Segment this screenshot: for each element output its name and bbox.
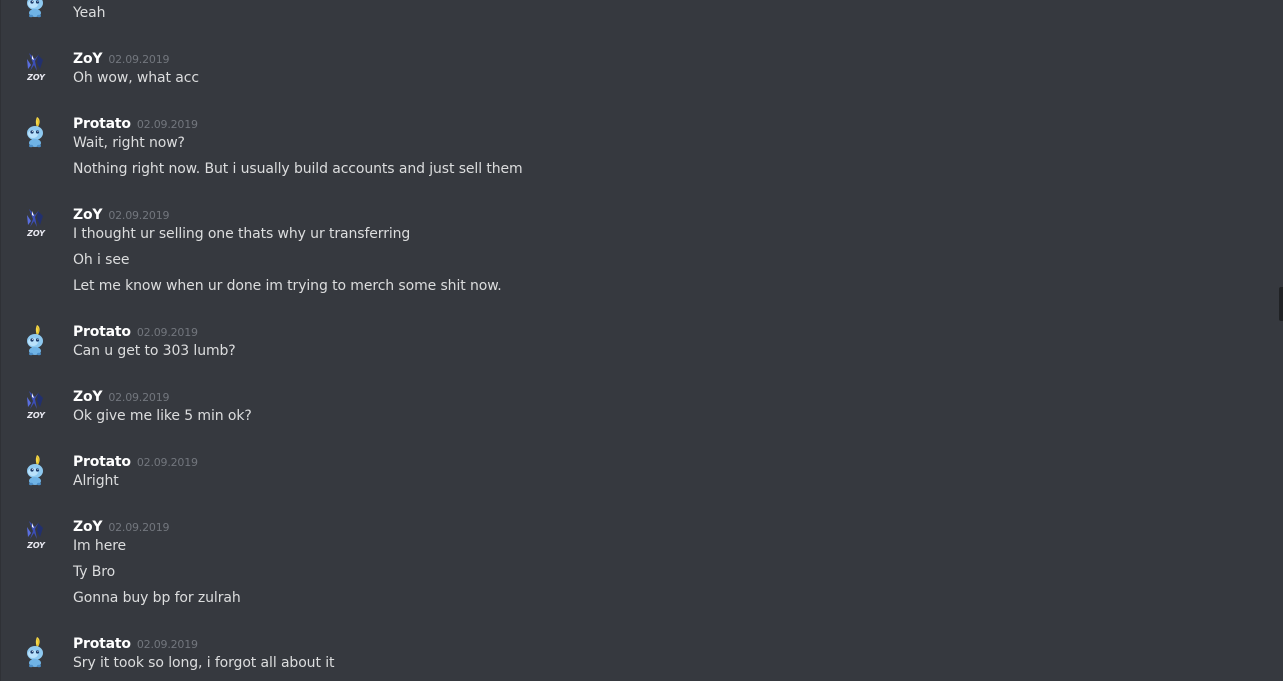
message-text: Nothing right now. But i usually build a… xyxy=(73,161,523,177)
timestamp[interactable]: 02.09.2019 xyxy=(108,209,169,222)
message-text: Im here xyxy=(73,538,127,554)
sobble-pokemon-icon xyxy=(20,116,52,148)
zoy-logo-icon xyxy=(20,207,52,239)
timestamp[interactable]: 02.09.2019 xyxy=(137,456,198,469)
message-text: Oh i see xyxy=(73,252,130,268)
timestamp[interactable]: 02.09.2019 xyxy=(137,118,198,131)
avatar[interactable] xyxy=(20,51,52,83)
message-text: Oh wow, what acc xyxy=(73,70,199,86)
sobble-pokemon-icon xyxy=(20,0,52,18)
username[interactable]: ZoY xyxy=(73,389,103,405)
message-header: Protato 02.09.2019 xyxy=(73,451,198,470)
message-text: Yeah xyxy=(73,5,106,21)
message-header: ZoY 02.09.2019 xyxy=(73,204,169,223)
username[interactable]: Protato xyxy=(73,324,131,340)
message-list[interactable]: Yeah ZoY 02.09.2019 Oh wow, what acc Prot… xyxy=(0,0,1283,681)
message-header: Protato 02.09.2019 xyxy=(73,633,198,652)
sobble-pokemon-icon xyxy=(20,454,52,486)
message-text: I thought ur selling one thats why ur tr… xyxy=(73,226,411,242)
message-header: ZoY 02.09.2019 xyxy=(73,48,169,67)
avatar[interactable] xyxy=(20,519,52,551)
message-text: Ok give me like 5 min ok? xyxy=(73,408,252,424)
message-header: ZoY 02.09.2019 xyxy=(73,516,169,535)
username[interactable]: ZoY xyxy=(73,519,103,535)
zoy-logo-icon xyxy=(20,51,52,83)
avatar[interactable] xyxy=(20,0,52,18)
message-header: ZoY 02.09.2019 xyxy=(73,386,169,405)
zoy-logo-icon xyxy=(20,389,52,421)
username[interactable]: Protato xyxy=(73,454,131,470)
timestamp[interactable]: 02.09.2019 xyxy=(108,53,169,66)
avatar[interactable] xyxy=(20,454,52,486)
avatar[interactable] xyxy=(20,207,52,239)
zoy-logo-icon xyxy=(20,519,52,551)
message-header: Protato 02.09.2019 xyxy=(73,321,198,340)
avatar[interactable] xyxy=(20,324,52,356)
scrollbar-thumb[interactable] xyxy=(1279,287,1283,321)
message-text: Alright xyxy=(73,473,119,489)
sobble-pokemon-icon xyxy=(20,636,52,668)
username[interactable]: ZoY xyxy=(73,207,103,223)
timestamp[interactable]: 02.09.2019 xyxy=(108,521,169,534)
username[interactable]: ZoY xyxy=(73,51,103,67)
message-text: Ty Bro xyxy=(73,564,116,580)
timestamp[interactable]: 02.09.2019 xyxy=(137,326,198,339)
message-text: Sry it took so long, i forgot all about … xyxy=(73,655,335,671)
message-text: Can u get to 303 lumb? xyxy=(73,343,236,359)
avatar[interactable] xyxy=(20,389,52,421)
username[interactable]: Protato xyxy=(73,116,131,132)
timestamp[interactable]: 02.09.2019 xyxy=(137,638,198,651)
message-text: Let me know when ur done im trying to me… xyxy=(73,278,502,294)
message-header: Protato 02.09.2019 xyxy=(73,113,198,132)
timestamp[interactable]: 02.09.2019 xyxy=(108,391,169,404)
avatar[interactable] xyxy=(20,116,52,148)
message-text: Gonna buy bp for zulrah xyxy=(73,590,241,606)
message-text: Wait, right now? xyxy=(73,135,185,151)
sobble-pokemon-icon xyxy=(20,324,52,356)
username[interactable]: Protato xyxy=(73,636,131,652)
avatar[interactable] xyxy=(20,636,52,668)
